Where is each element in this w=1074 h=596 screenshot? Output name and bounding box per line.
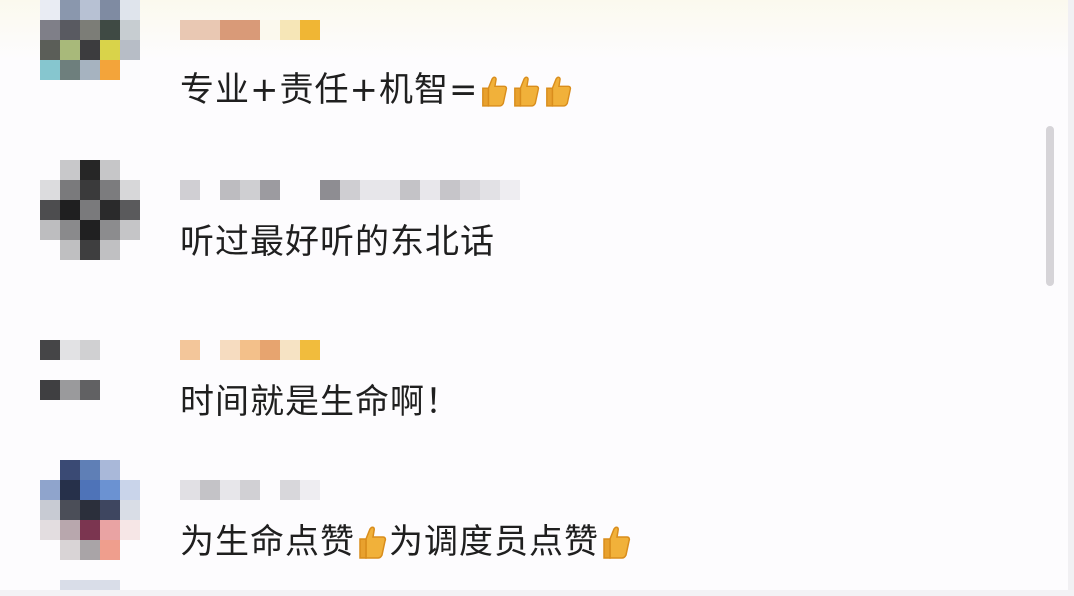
comment-feed: 专业+责任+机智= 听过最好听的东北话 时间就是生命啊！ 为生命点赞 为调度员点… [0, 0, 1074, 596]
username[interactable] [180, 160, 520, 200]
frame-edge [1068, 0, 1074, 596]
avatar[interactable] [60, 580, 120, 590]
thumbs-up-icon [514, 76, 540, 107]
avatar[interactable] [40, 460, 140, 560]
thumbs-up-icon [359, 526, 387, 559]
frame-edge [0, 590, 1074, 596]
comment-item[interactable]: 时间就是生命啊！ [0, 300, 1040, 450]
comment-item[interactable]: 专业+责任+机智= [0, 0, 1040, 140]
avatar[interactable] [40, 0, 140, 100]
thumbs-up-icon [603, 526, 631, 559]
scrollbar[interactable] [1046, 126, 1054, 286]
comment-text: 时间就是生命啊！ [180, 382, 460, 422]
comment-text: 专业+责任+机智= [180, 70, 574, 110]
comment-item[interactable]: 为生命点赞 为调度员点赞 [0, 440, 1040, 590]
avatar[interactable] [40, 320, 140, 420]
comment-text: 听过最好听的东北话 [180, 222, 495, 262]
comment-item[interactable]: 听过最好听的东北话 [0, 140, 1040, 290]
avatar[interactable] [40, 160, 140, 260]
username[interactable] [180, 460, 320, 500]
thumbs-up-icon [546, 76, 572, 107]
comment-text: 为生命点赞 为调度员点赞 [180, 522, 633, 562]
thumbs-up-icon [482, 76, 508, 107]
username[interactable] [180, 320, 320, 360]
username[interactable] [180, 0, 320, 40]
